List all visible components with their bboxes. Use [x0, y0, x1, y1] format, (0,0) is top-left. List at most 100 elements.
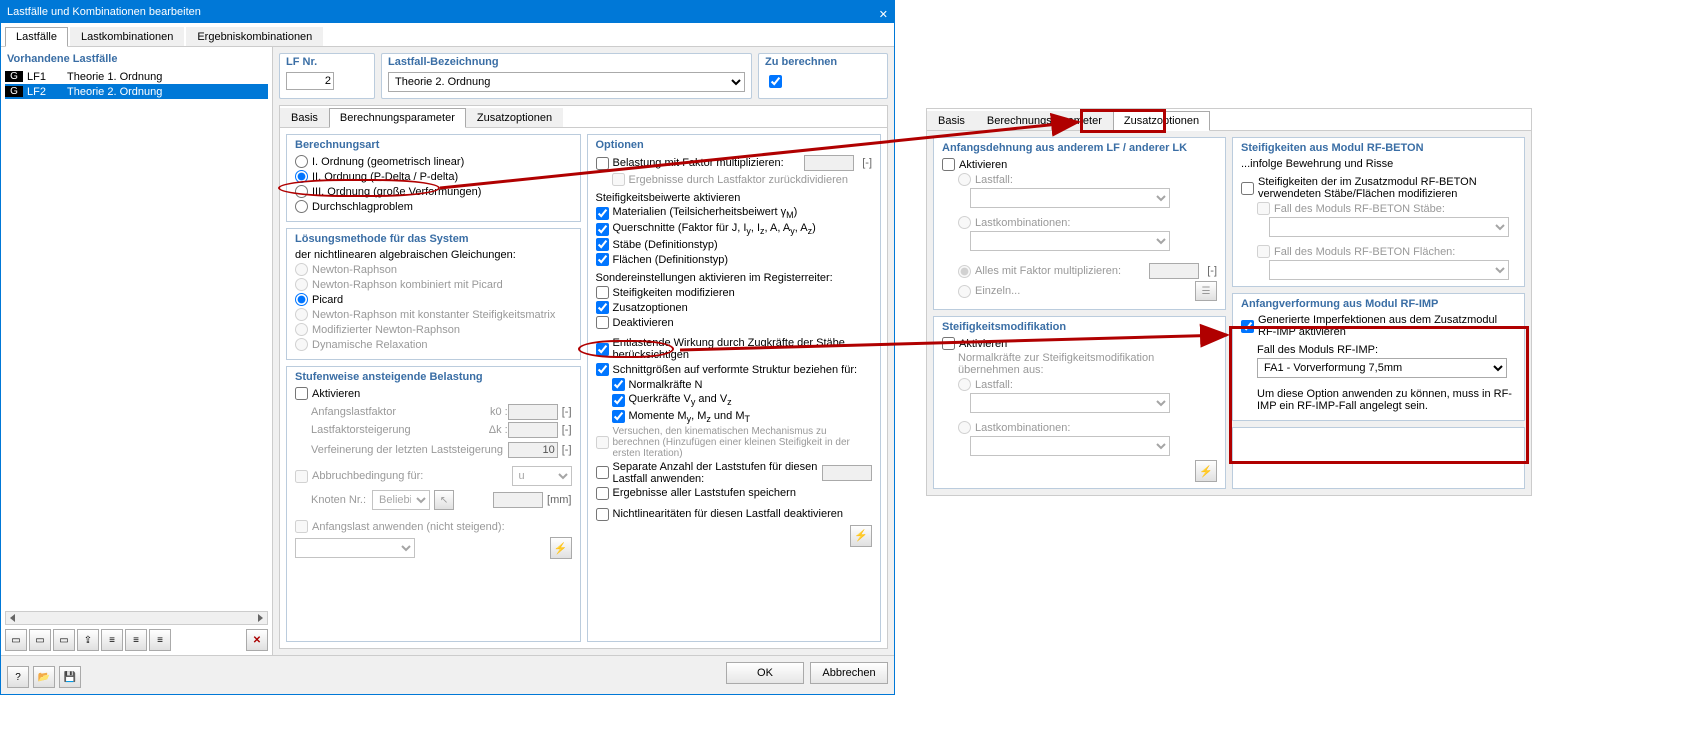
check-label: Schnittgrößen auf verformte Struktur bez… — [613, 364, 858, 376]
knoten-select: Beliebig — [372, 490, 430, 510]
radio-ordnung-3[interactable] — [295, 185, 308, 198]
anfdehn-lastfall-radio — [958, 173, 971, 186]
anfverf-gen-check[interactable] — [1241, 320, 1254, 333]
delete-button[interactable]: ✕ — [246, 629, 268, 651]
abbruch-select: u — [512, 466, 572, 486]
staebe-check[interactable] — [596, 238, 609, 251]
check-label: Momente My, Mz und MT — [629, 410, 751, 424]
check-label: Steifigkeiten der im Zusatzmodul RF-BETO… — [1258, 176, 1516, 200]
lf-name: Theorie 1. Ordnung — [63, 71, 268, 83]
tab-lastfaelle[interactable]: Lastfälle — [5, 27, 68, 47]
steifmod-lk-select — [970, 436, 1170, 456]
bezeichnung-select[interactable]: Theorie 2. Ordnung — [388, 72, 745, 92]
tab-lastkombinationen[interactable]: Lastkombinationen — [70, 27, 184, 46]
separate-check[interactable] — [596, 466, 609, 479]
check-label: Ergebnisse aller Laststufen speichern — [613, 487, 796, 499]
nichtlin-check[interactable] — [596, 508, 609, 521]
entlastende-check[interactable] — [596, 343, 609, 356]
subtab-basis[interactable]: Basis — [280, 108, 329, 127]
radio-label: Einzeln... — [975, 285, 1020, 297]
radio-ordnung-1[interactable] — [295, 155, 308, 168]
lightning-icon[interactable]: ⚡ — [550, 537, 572, 559]
toolbar-button-7[interactable]: ≡ — [149, 629, 171, 651]
toolbar-button-3[interactable]: ▭ — [53, 629, 75, 651]
zuberechnen-check[interactable] — [769, 75, 782, 88]
zusatz-check[interactable] — [596, 301, 609, 314]
stufen-aktivieren[interactable] — [295, 387, 308, 400]
toolbar-button-5[interactable]: ≡ — [101, 629, 123, 651]
steifmod-lastfall-select — [970, 393, 1170, 413]
tab-ergebniskombinationen[interactable]: Ergebniskombinationen — [186, 27, 323, 46]
normal-check[interactable] — [612, 378, 625, 391]
horizontal-scrollbar[interactable] — [5, 611, 268, 625]
knoten-value — [493, 492, 543, 508]
anfverf-select[interactable]: FA1 - Vorverformung 7,5mm — [1257, 358, 1507, 378]
check-label: Anfangslast anwenden (nicht steigend): — [312, 521, 505, 533]
anfdehn-lk-select — [970, 231, 1170, 251]
ok-button[interactable]: OK — [726, 662, 804, 684]
knoten-label: Knoten Nr.: — [311, 494, 366, 506]
toolbar-button-1[interactable]: ▭ — [5, 629, 27, 651]
anfangslast-select — [295, 538, 415, 558]
subtab-berechnungsparameter[interactable]: Berechnungsparameter — [329, 108, 466, 128]
verfeinerung-input — [508, 442, 558, 458]
steifbeton-staebe-check — [1257, 202, 1270, 215]
check-label: Fall des Moduls RF-BETON Flächen: — [1274, 246, 1455, 258]
querschnitte-check[interactable] — [596, 223, 609, 236]
versuchen-check — [596, 436, 609, 449]
open-icon[interactable]: 📂 — [33, 666, 55, 688]
lfnr-input[interactable] — [286, 72, 334, 90]
save-icon[interactable]: 💾 — [59, 666, 81, 688]
steifmod-normal: Normalkräfte zur Steifigkeitsmodifikatio… — [958, 352, 1217, 376]
deaktivieren-check[interactable] — [596, 316, 609, 329]
help-icon[interactable]: ? — [7, 666, 29, 688]
anfdehn-lk-radio — [958, 216, 971, 229]
k0-label: k0 : — [490, 406, 508, 418]
verfeinerung-label: Verfeinerung der letzten Laststeigerung — [311, 444, 508, 456]
list-item[interactable]: G LF1 Theorie 1. Ordnung — [5, 69, 268, 84]
steifbeton-check[interactable] — [1241, 182, 1254, 195]
lfnr-label: LF Nr. — [286, 56, 368, 68]
radio-label: Dynamische Relaxation — [312, 339, 428, 351]
materialien-check[interactable] — [596, 207, 609, 220]
toolbar-button-2[interactable]: ▭ — [29, 629, 51, 651]
close-icon[interactable]: ✕ — [879, 4, 888, 26]
lightning-icon[interactable]: ⚡ — [850, 525, 872, 547]
radio-label: Lastfall: — [975, 174, 1013, 186]
steifmod-lk-radio — [958, 421, 971, 434]
subtab-berechnungsparameter-r[interactable]: Berechnungsparameter — [976, 111, 1113, 130]
radio-label: Picard — [312, 294, 343, 306]
radio-picard[interactable] — [295, 293, 308, 306]
k0-input — [508, 404, 558, 420]
lf-list[interactable]: G LF1 Theorie 1. Ordnung G LF2 Theorie 2… — [5, 69, 268, 607]
toolbar-button-4[interactable]: ⇪ — [77, 629, 99, 651]
steifmod-aktivieren[interactable] — [942, 337, 955, 350]
schnitt-check[interactable] — [596, 363, 609, 376]
check-label: Aktivieren — [959, 159, 1007, 171]
check-label: Fall des Moduls RF-BETON Stäbe: — [1274, 203, 1445, 215]
radio-label: Newton-Raphson mit konstanter Steifigkei… — [312, 309, 555, 321]
subtab-zusatzoptionen[interactable]: Zusatzoptionen — [466, 108, 563, 127]
check-label: Flächen (Definitionstyp) — [613, 254, 729, 266]
subtab-zusatzoptionen-r[interactable]: Zusatzoptionen — [1113, 111, 1210, 131]
subtab-basis-r[interactable]: Basis — [927, 111, 976, 130]
list-item[interactable]: G LF2 Theorie 2. Ordnung — [5, 84, 268, 99]
flaechen-check[interactable] — [596, 253, 609, 266]
toolbar-button-6[interactable]: ≡ — [125, 629, 147, 651]
cancel-button[interactable]: Abbrechen — [810, 662, 888, 684]
steifmod-check[interactable] — [596, 286, 609, 299]
momente-check[interactable] — [612, 410, 625, 423]
radio-label: Alles mit Faktor multiplizieren: — [975, 265, 1121, 277]
check-label: Querschnitte (Faktor für J, Iy, Iz, A, A… — [613, 222, 816, 236]
belastung-check[interactable] — [596, 157, 609, 170]
ergebnisse-all-check[interactable] — [596, 487, 609, 500]
lightning-icon[interactable]: ⚡ — [1195, 460, 1217, 482]
check-label: Versuchen, den kinematischen Mechanismus… — [613, 426, 873, 459]
quer-check[interactable] — [612, 394, 625, 407]
radio-label: III. Ordnung (große Verformungen) — [312, 186, 481, 198]
anfdehn-aktivieren[interactable] — [942, 158, 955, 171]
window-titlebar: Lastfälle und Kombinationen bearbeiten ✕ — [1, 1, 894, 23]
radio-durchschlag[interactable] — [295, 200, 308, 213]
anfdehn-alles-radio — [958, 265, 971, 278]
radio-ordnung-2[interactable] — [295, 170, 308, 183]
